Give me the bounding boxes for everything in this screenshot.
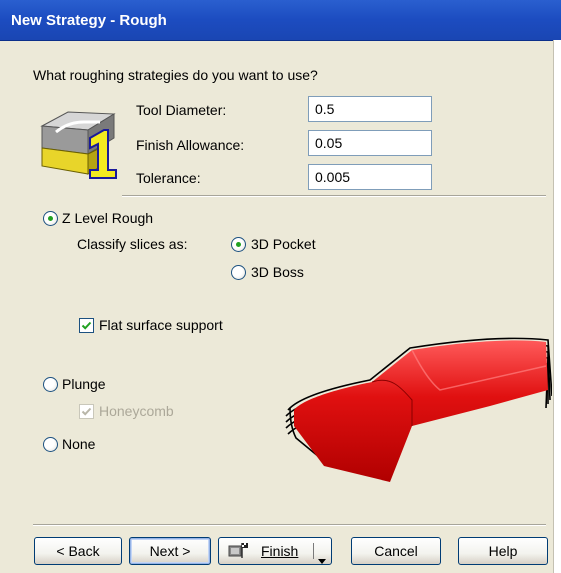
chevron-down-icon[interactable] (318, 547, 326, 573)
z-level-preview-image (280, 326, 553, 484)
step-1-roughing-icon (38, 98, 124, 184)
checkmark-icon (81, 407, 92, 416)
none-radio[interactable] (43, 437, 58, 452)
flat-surface-support-label[interactable]: Flat surface support (99, 317, 223, 333)
finish-flag-icon (227, 542, 249, 560)
tolerance-field[interactable]: 0.005 (308, 164, 432, 190)
classify-slices-label: Classify slices as: (77, 236, 188, 252)
plunge-radio[interactable] (43, 377, 58, 392)
tool-diameter-field[interactable]: 0.5 (308, 96, 432, 122)
3d-pocket-radio[interactable] (231, 237, 246, 252)
split-divider (313, 543, 314, 559)
back-button[interactable]: < Back (34, 537, 122, 565)
finish-allowance-field[interactable]: 0.05 (308, 130, 432, 156)
title-bar[interactable]: New Strategy - Rough (0, 0, 561, 41)
buttons-divider (33, 524, 546, 526)
window-right-edge (553, 40, 561, 573)
3d-boss-radio[interactable] (231, 265, 246, 280)
finish-label: Finish (261, 543, 299, 559)
3d-pocket-label[interactable]: 3D Pocket (251, 236, 316, 252)
z-level-rough-label[interactable]: Z Level Rough (62, 210, 153, 226)
honeycomb-label: Honeycomb (99, 403, 174, 419)
cancel-button[interactable]: Cancel (351, 537, 441, 565)
next-button[interactable]: Next > (129, 537, 211, 565)
z-level-rough-radio[interactable] (43, 211, 58, 226)
none-label[interactable]: None (62, 436, 95, 452)
checkmark-icon (81, 321, 92, 330)
honeycomb-checkbox[interactable] (79, 404, 94, 419)
tool-diameter-label: Tool Diameter: (136, 102, 227, 118)
prompt-text: What roughing strategies do you want to … (33, 67, 318, 83)
plunge-label[interactable]: Plunge (62, 376, 106, 392)
tolerance-label: Tolerance: (136, 170, 201, 186)
radio-selected-dot (236, 242, 241, 247)
3d-boss-label[interactable]: 3D Boss (251, 264, 304, 280)
help-button[interactable]: Help (458, 537, 548, 565)
finish-allowance-label: Finish Allowance: (136, 137, 245, 153)
radio-selected-dot (48, 216, 53, 221)
finish-split-button[interactable]: Finish (218, 537, 332, 565)
window-title: New Strategy - Rough (11, 12, 167, 29)
fields-divider (122, 195, 546, 197)
flat-surface-support-checkbox[interactable] (79, 318, 94, 333)
